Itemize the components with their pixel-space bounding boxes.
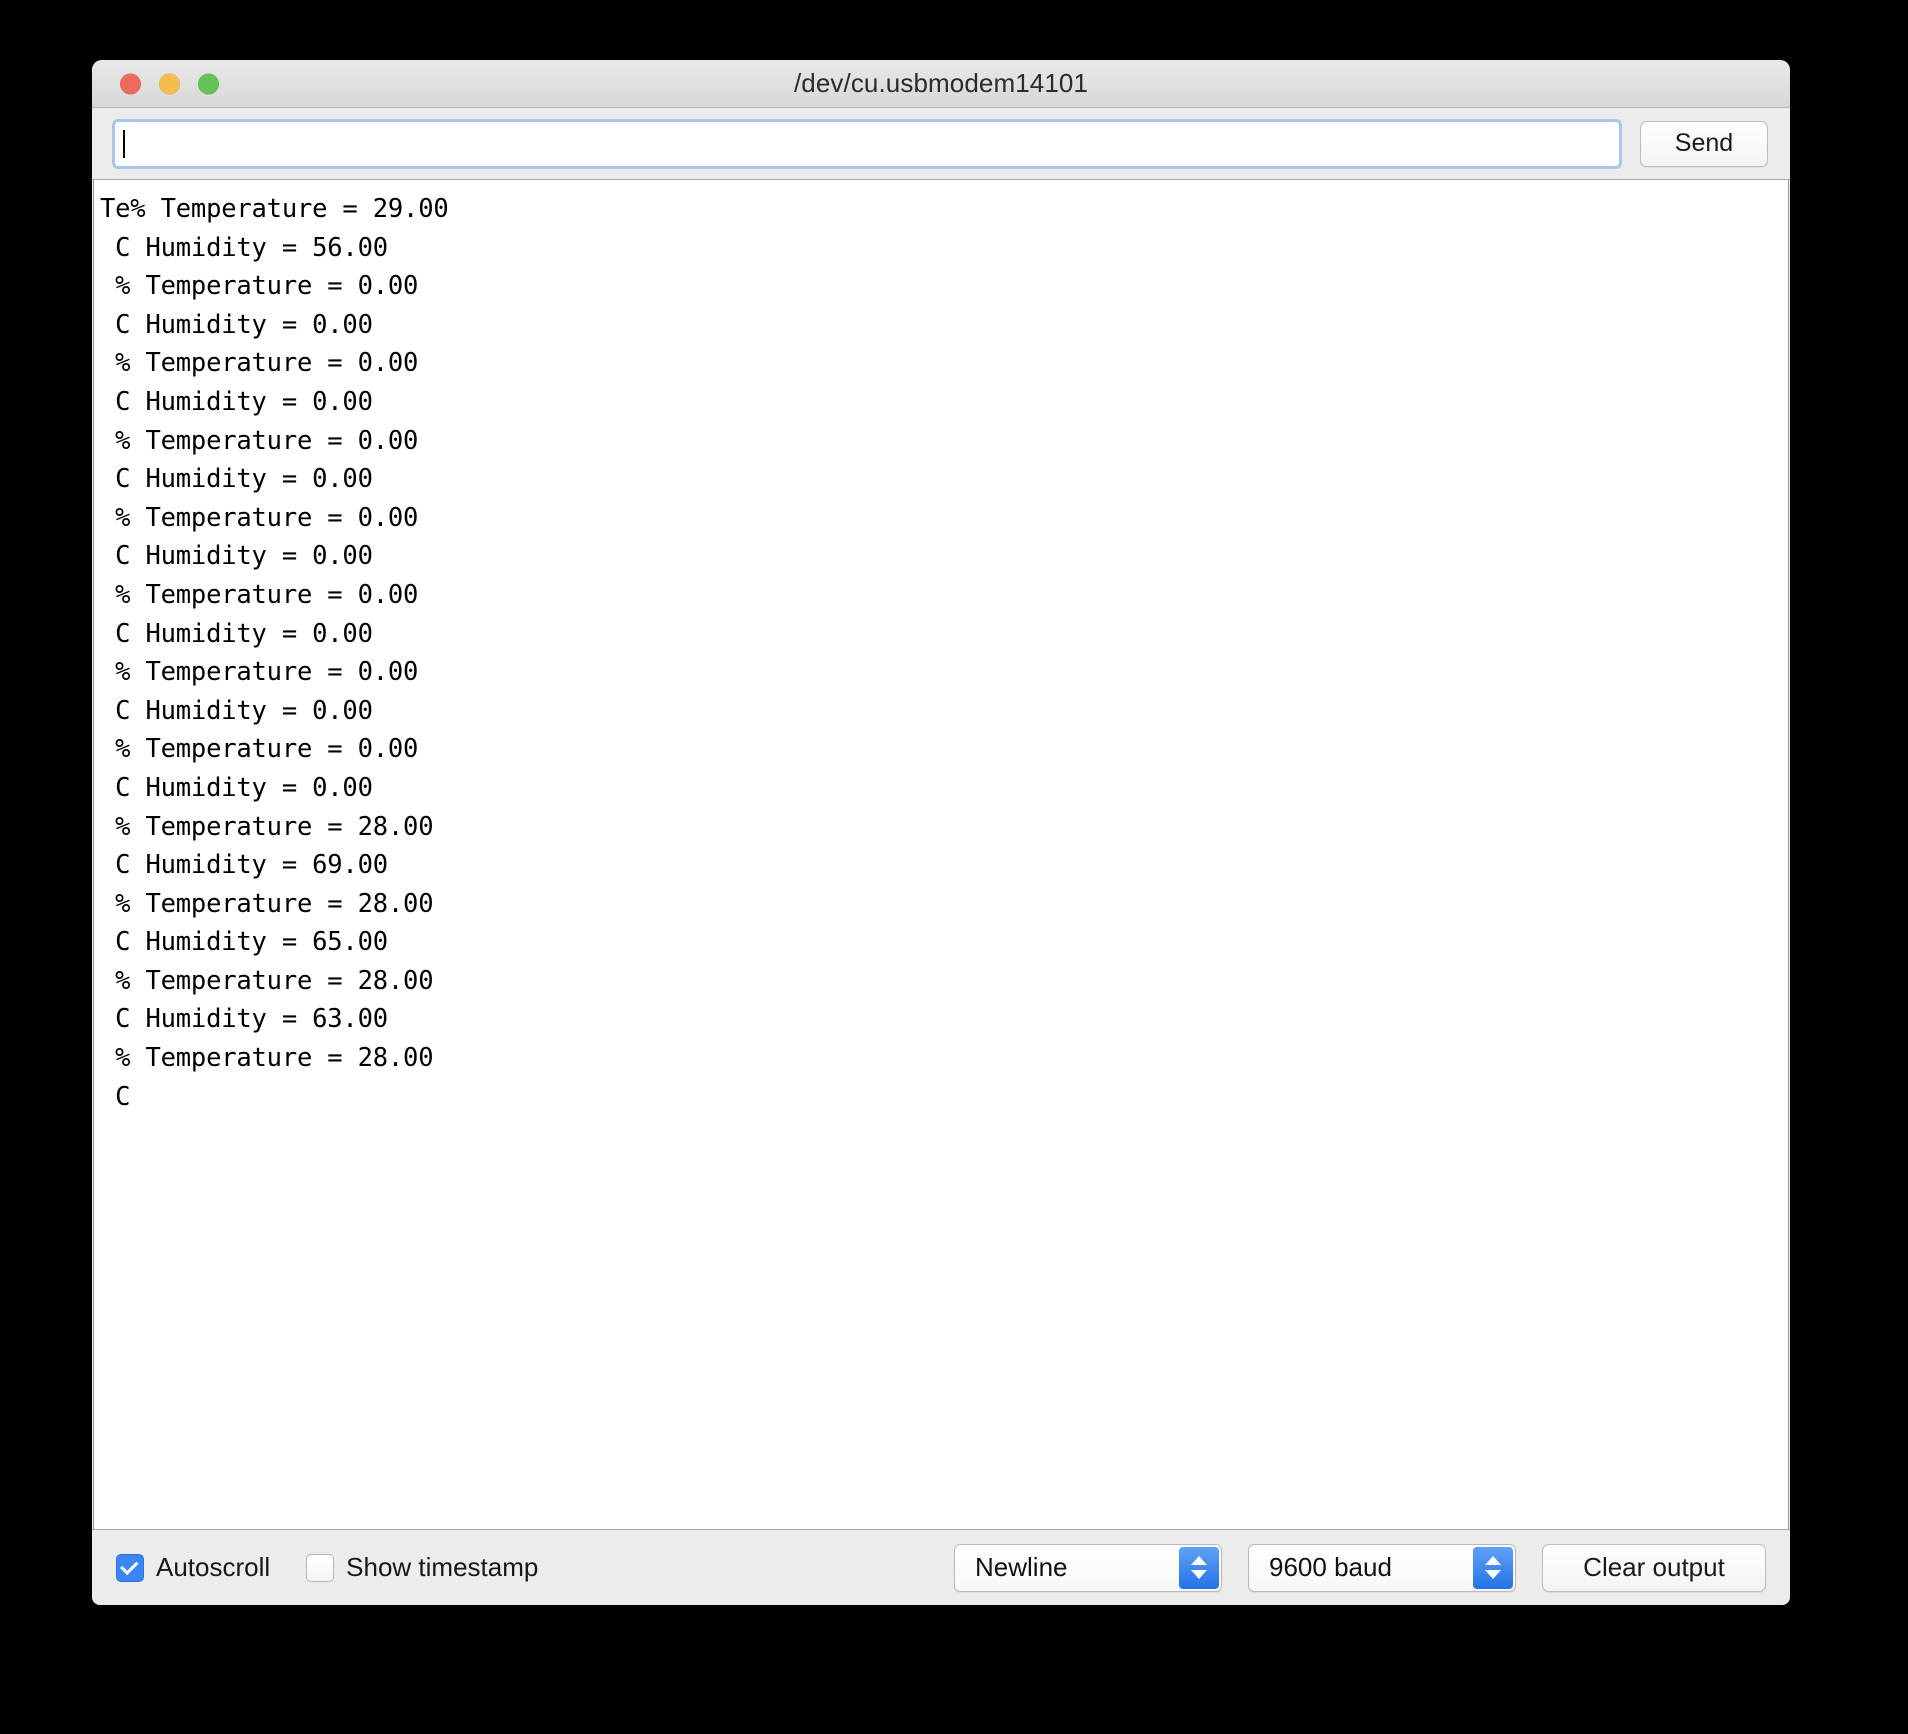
chevron-updown-icon[interactable] — [1473, 1546, 1513, 1589]
clear-output-button[interactable]: Clear output — [1542, 1543, 1766, 1592]
serial-output-text: Te% Temperature = 29.00 C Humidity = 56.… — [100, 194, 449, 1112]
line-ending-select[interactable]: Newline — [954, 1543, 1222, 1592]
maximize-window-button[interactable] — [198, 73, 219, 94]
traffic-light-group — [120, 73, 219, 94]
chevron-up-icon — [1485, 1556, 1501, 1565]
text-caret — [123, 129, 125, 158]
bottom-toolbar: Autoscroll Show timestamp Newline 9600 b… — [92, 1529, 1790, 1605]
window-titlebar: /dev/cu.usbmodem14101 — [92, 60, 1790, 108]
serial-monitor-window: /dev/cu.usbmodem14101 Send Te% Temperatu… — [92, 60, 1790, 1605]
autoscroll-label: Autoscroll — [156, 1552, 271, 1582]
serial-output-panel[interactable]: Te% Temperature = 29.00 C Humidity = 56.… — [93, 180, 1789, 1529]
line-ending-value: Newline — [975, 1552, 1068, 1582]
chevron-down-icon — [1485, 1570, 1501, 1579]
chevron-updown-icon[interactable] — [1179, 1546, 1219, 1589]
show-timestamp-label: Show timestamp — [346, 1552, 539, 1582]
window-title: /dev/cu.usbmodem14101 — [793, 68, 1089, 98]
show-timestamp-checkbox[interactable] — [306, 1553, 335, 1582]
close-window-button[interactable] — [120, 73, 141, 94]
autoscroll-checkbox[interactable] — [116, 1553, 144, 1582]
autoscroll-checkbox-row[interactable]: Autoscroll — [116, 1552, 270, 1583]
chevron-up-icon — [1191, 1556, 1207, 1565]
send-button[interactable]: Send — [1640, 120, 1768, 167]
send-input[interactable] — [114, 120, 1620, 167]
baud-rate-value: 9600 baud — [1269, 1552, 1392, 1582]
chevron-down-icon — [1191, 1570, 1207, 1579]
send-toolbar: Send — [92, 108, 1790, 180]
show-timestamp-checkbox-row[interactable]: Show timestamp — [306, 1552, 538, 1583]
baud-rate-select[interactable]: 9600 baud — [1248, 1543, 1516, 1592]
minimize-window-button[interactable] — [159, 73, 180, 94]
